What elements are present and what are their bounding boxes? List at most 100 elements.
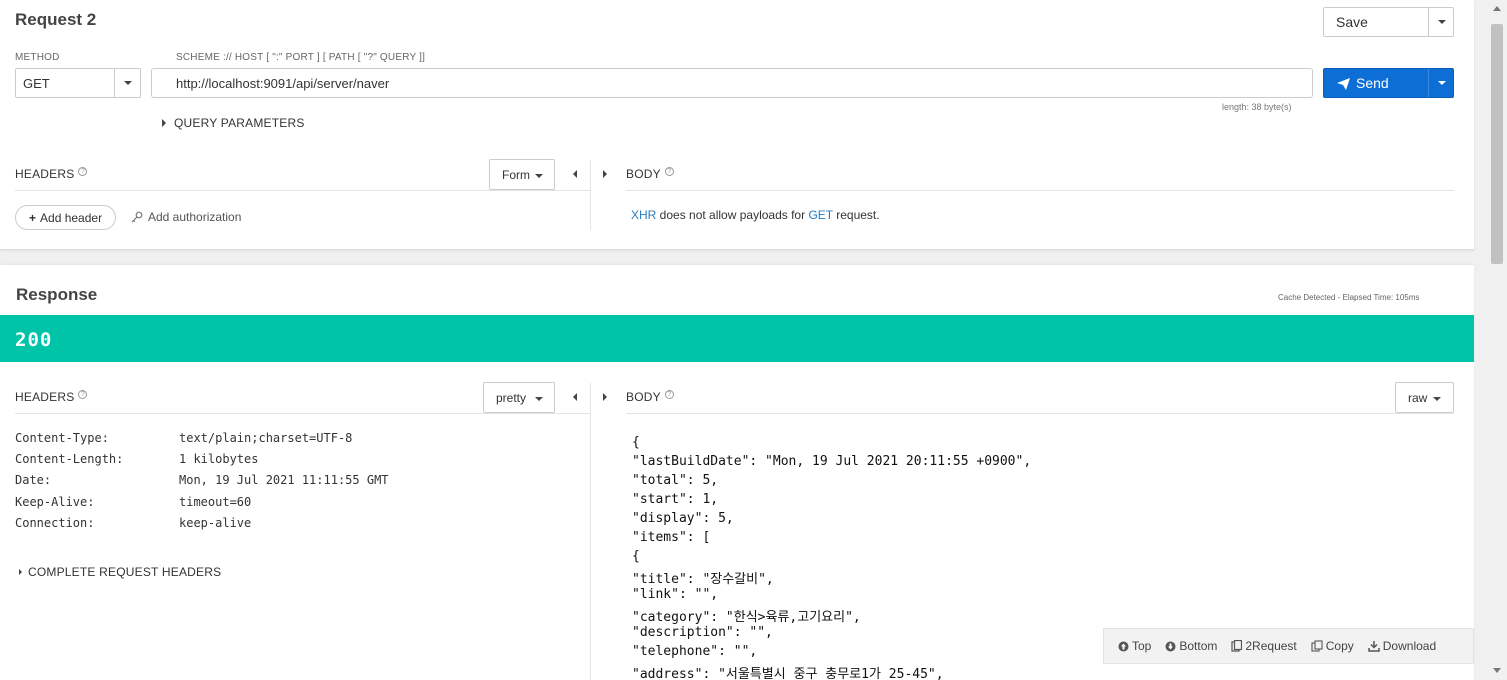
raw-select[interactable]: raw bbox=[1395, 382, 1454, 413]
clipboard-icon bbox=[1231, 640, 1243, 652]
help-icon[interactable]: ? bbox=[664, 390, 674, 399]
to-request-label: 2Request bbox=[1245, 639, 1297, 653]
get-text: GET bbox=[808, 208, 833, 222]
chevron-down-icon bbox=[1433, 397, 1441, 401]
download-label: Download bbox=[1382, 639, 1437, 653]
header-value: Mon, 19 Jul 2021 11:11:55 GMT bbox=[179, 473, 389, 487]
method-value: GET bbox=[23, 75, 50, 91]
pretty-select[interactable]: pretty bbox=[483, 382, 555, 413]
body-line: "items": [ bbox=[632, 530, 711, 545]
method-label: METHOD bbox=[15, 52, 60, 63]
url-value: http://localhost:9091/api/server/naver bbox=[176, 75, 390, 91]
body-line: "link": "", bbox=[632, 587, 719, 602]
header-key: Keep-Alive: bbox=[15, 495, 95, 509]
form-select[interactable]: Form bbox=[489, 159, 555, 190]
request-title: Request 2 bbox=[15, 10, 97, 29]
add-header-label: Add header bbox=[40, 210, 103, 225]
scrollbar-thumb[interactable] bbox=[1491, 24, 1503, 264]
add-authorization-label: Add authorization bbox=[148, 210, 242, 224]
status-bar: 200 bbox=[0, 315, 1474, 362]
message-end-text: request. bbox=[832, 208, 880, 222]
message-text: does not allow payloads for bbox=[656, 208, 809, 222]
body-line: "address": "서울특별시 중구 충무로1가 25-45", bbox=[632, 667, 944, 680]
body-line: "total": 5, bbox=[632, 473, 719, 488]
pretty-label: pretty bbox=[496, 390, 527, 405]
body-line: "title": "장수갈비", bbox=[632, 572, 774, 587]
response-body-heading: BODY? bbox=[626, 390, 674, 404]
body-line: "display": 5, bbox=[632, 511, 734, 526]
form-label: Form bbox=[502, 167, 530, 182]
expand-right-icon[interactable] bbox=[603, 170, 607, 178]
help-icon[interactable]: ? bbox=[664, 167, 674, 176]
chevron-down-icon[interactable] bbox=[1438, 81, 1446, 85]
scroll-down-icon[interactable] bbox=[1493, 668, 1501, 673]
download-button[interactable]: Download bbox=[1368, 639, 1436, 653]
chevron-down-icon[interactable] bbox=[1438, 20, 1446, 24]
body-line: "start": 1, bbox=[632, 492, 719, 507]
chevron-down-icon bbox=[535, 174, 543, 178]
body-line: "category": "한식>육류,고기요리", bbox=[632, 610, 861, 625]
chevron-down-icon bbox=[535, 397, 543, 401]
top-button[interactable]: Top bbox=[1118, 639, 1151, 653]
method-select[interactable]: GET bbox=[15, 68, 141, 98]
header-value: keep-alive bbox=[179, 516, 252, 530]
cache-elapsed-text: Cache Detected - Elapsed Time: 105ms bbox=[1278, 293, 1420, 302]
header-key: Date: bbox=[15, 473, 52, 487]
body-line: { bbox=[632, 549, 640, 564]
header-key: Content-Type: bbox=[15, 431, 109, 445]
collapse-left-icon[interactable] bbox=[573, 170, 577, 178]
expand-right-icon[interactable] bbox=[603, 393, 607, 401]
save-label: Save bbox=[1336, 14, 1368, 30]
download-icon bbox=[1368, 641, 1380, 652]
body-not-allowed-message: XHR does not allow payloads for GET requ… bbox=[631, 208, 880, 222]
complete-request-headers-label: COMPLETE REQUEST HEADERS bbox=[28, 565, 222, 579]
header-key: Connection: bbox=[15, 516, 95, 530]
copy-icon bbox=[1311, 640, 1323, 652]
bottom-label: Bottom bbox=[1179, 639, 1218, 653]
body-line: "lastBuildDate": "Mon, 19 Jul 2021 20:11… bbox=[632, 454, 1032, 469]
status-code: 200 bbox=[15, 329, 53, 351]
header-key: Content-Length: bbox=[15, 452, 124, 466]
header-value: 1 kilobytes bbox=[179, 452, 259, 466]
send-icon bbox=[1337, 78, 1350, 90]
response-headers-label: HEADERS bbox=[15, 390, 75, 404]
help-icon[interactable]: ? bbox=[78, 390, 88, 399]
request-body-heading: BODY? bbox=[626, 167, 674, 181]
request-panel: Request 2 Save METHOD SCHEME :// HOST [ … bbox=[0, 0, 1474, 250]
save-button[interactable]: Save bbox=[1323, 7, 1454, 37]
query-parameters-toggle[interactable]: QUERY PARAMETERS bbox=[162, 116, 305, 130]
add-authorization-link[interactable]: Add authorization bbox=[131, 210, 241, 224]
request-headers-label: HEADERS bbox=[15, 167, 75, 181]
scroll-up-icon[interactable] bbox=[1493, 6, 1501, 11]
url-input[interactable]: http://localhost:9091/api/server/naver bbox=[151, 68, 1313, 98]
body-line: "telephone": "", bbox=[632, 644, 758, 659]
length-indicator: length: 38 byte(s) bbox=[1222, 102, 1292, 112]
add-header-button[interactable]: + Add header bbox=[15, 205, 116, 230]
collapse-left-icon[interactable] bbox=[573, 393, 577, 401]
url-format-label: SCHEME :// HOST [ ":" PORT ] [ PATH [ "?… bbox=[176, 52, 426, 63]
chevron-down-icon bbox=[124, 81, 132, 85]
send-label: Send bbox=[1356, 75, 1389, 91]
caret-right-icon bbox=[162, 119, 166, 127]
arrow-up-circle-icon bbox=[1118, 641, 1129, 651]
bottom-button[interactable]: Bottom bbox=[1165, 639, 1217, 653]
request-headers-heading: HEADERS? bbox=[15, 167, 88, 181]
query-parameters-label: QUERY PARAMETERS bbox=[174, 116, 305, 130]
header-value: timeout=60 bbox=[179, 495, 252, 509]
to-request-button[interactable]: 2Request bbox=[1231, 639, 1297, 653]
copy-label: Copy bbox=[1325, 639, 1354, 653]
response-title: Response bbox=[16, 285, 98, 304]
arrow-down-circle-icon bbox=[1165, 641, 1176, 651]
plus-icon: + bbox=[29, 210, 37, 225]
raw-label: raw bbox=[1408, 390, 1428, 405]
body-line: { bbox=[632, 435, 640, 450]
response-toolbar: Top Bottom 2Request Copy Download bbox=[1103, 628, 1474, 664]
send-button[interactable]: Send bbox=[1323, 68, 1454, 98]
body-line: "description": "", bbox=[632, 625, 773, 640]
key-icon bbox=[131, 211, 143, 223]
complete-request-headers-toggle[interactable]: COMPLETE REQUEST HEADERS bbox=[19, 565, 221, 579]
response-body-label: BODY bbox=[626, 390, 661, 404]
header-value: text/plain;charset=UTF-8 bbox=[179, 431, 353, 445]
help-icon[interactable]: ? bbox=[78, 167, 88, 176]
copy-button[interactable]: Copy bbox=[1311, 639, 1354, 653]
